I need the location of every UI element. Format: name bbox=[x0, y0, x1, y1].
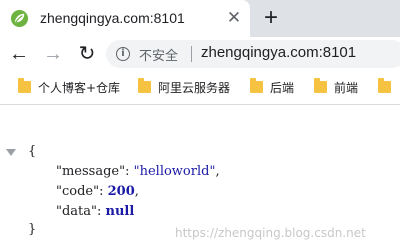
forward-button[interactable]: → bbox=[40, 41, 66, 67]
back-button[interactable]: ← bbox=[6, 41, 32, 67]
json-key: "code": bbox=[56, 184, 104, 199]
json-close-brace: } bbox=[28, 222, 37, 237]
json-comma: , bbox=[134, 184, 139, 199]
json-value: 200 bbox=[107, 184, 135, 199]
folder-icon bbox=[378, 78, 391, 93]
address-bar[interactable]: i 不安全 zhengqingya.com:8101 bbox=[106, 40, 400, 68]
omnibox-divider bbox=[191, 46, 192, 62]
bookmark-label: 前端 bbox=[334, 81, 359, 95]
json-key: "data": bbox=[56, 204, 102, 219]
info-icon[interactable]: i bbox=[116, 47, 130, 61]
json-value: "helloworld" bbox=[133, 164, 216, 179]
bookmark-label: 阿里云服务器 bbox=[158, 81, 231, 95]
folder-icon bbox=[314, 78, 327, 93]
collapse-toggle-icon[interactable] bbox=[6, 149, 16, 156]
folder-icon bbox=[138, 78, 151, 93]
folder-icon bbox=[250, 78, 263, 93]
security-status[interactable]: 不安全 bbox=[139, 45, 178, 64]
json-property-code: "code": 200, bbox=[56, 184, 139, 199]
bookmark-label: 后端 bbox=[270, 81, 295, 95]
url-text[interactable]: zhengqingya.com:8101 bbox=[201, 44, 356, 61]
json-property-message: "message": "helloworld", bbox=[56, 164, 220, 179]
bookmarks-bar: 个人博客+仓库 阿里云服务器 后端 前端 bbox=[0, 71, 400, 105]
tab-strip: zhengqingya.com:8101 ✕ + bbox=[0, 0, 400, 37]
json-comma: , bbox=[215, 164, 220, 179]
toolbar: ← → ↻ i 不安全 zhengqingya.com:8101 bbox=[0, 37, 400, 71]
reload-button[interactable]: ↻ bbox=[74, 41, 100, 67]
folder-icon bbox=[18, 78, 31, 93]
new-tab-button[interactable]: + bbox=[259, 6, 283, 30]
bookmark-label: 个人博客+仓库 bbox=[38, 81, 121, 95]
json-key: "message": bbox=[56, 164, 130, 179]
json-open-brace: { bbox=[28, 144, 37, 159]
json-property-data: "data": null bbox=[56, 204, 134, 219]
close-icon[interactable]: ✕ bbox=[224, 8, 244, 28]
watermark: https://zhengqing.blog.csdn.net bbox=[175, 226, 366, 240]
json-value: null bbox=[105, 204, 135, 219]
spring-leaf-icon bbox=[10, 9, 29, 28]
tab-active[interactable]: zhengqingya.com:8101 ✕ bbox=[0, 0, 250, 37]
tab-title: zhengqingya.com:8101 bbox=[40, 10, 185, 26]
